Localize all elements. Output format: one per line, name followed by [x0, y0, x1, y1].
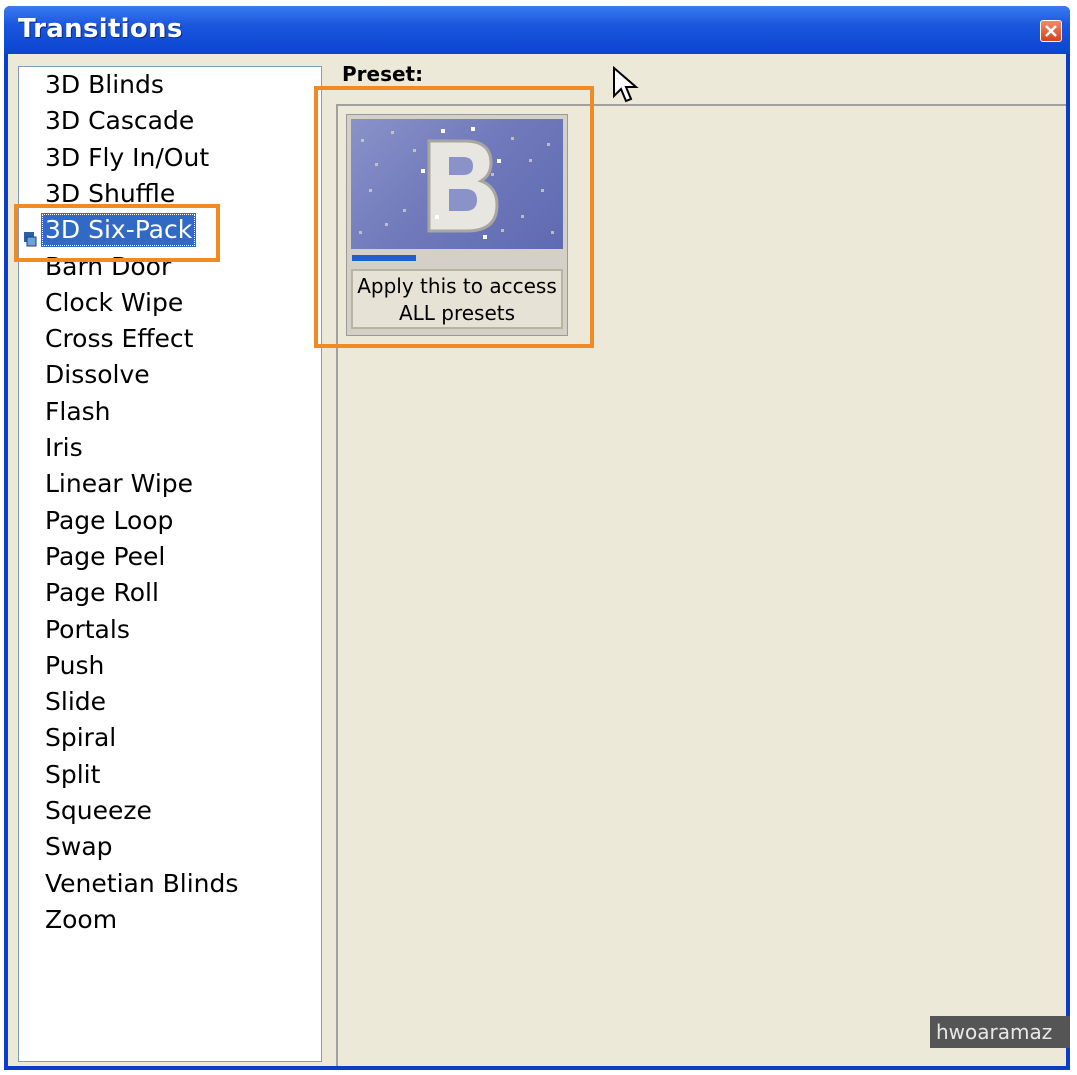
apply-presets-button[interactable]: Apply this to access ALL presets — [351, 269, 563, 329]
preset-label: Preset: — [342, 62, 424, 86]
transition-item[interactable]: Iris — [45, 431, 83, 465]
transition-item[interactable]: Portals — [45, 613, 130, 647]
transition-item[interactable]: 3D Six-Pack — [41, 213, 197, 247]
transition-item[interactable]: Barn Door — [45, 250, 171, 284]
title-bar[interactable]: Transitions — [4, 6, 1070, 54]
watermark: hwoaramaz — [930, 1016, 1070, 1048]
transition-item[interactable]: Squeeze — [45, 794, 152, 828]
transitions-list[interactable]: 3D Blinds 3D Cascade 3D Fly In/Out 3D Shuff… — [18, 66, 322, 1062]
transition-item[interactable]: Cross Effect — [45, 322, 193, 356]
transition-item[interactable]: Split — [45, 758, 100, 792]
preset-thumbnail — [351, 119, 563, 249]
apply-text-line1: Apply this to access — [357, 274, 557, 298]
transition-item[interactable]: Page Peel — [45, 540, 165, 574]
mouse-cursor-icon — [613, 66, 639, 103]
transitions-window: Transitions 3D Blinds 3D Cascade 3D Fly In… — [4, 6, 1070, 1070]
transition-item[interactable]: Venetian Blinds — [45, 867, 238, 901]
window-title: Transitions — [18, 14, 183, 44]
transition-item[interactable]: Flash — [45, 395, 111, 429]
transition-item[interactable]: Linear Wipe — [45, 467, 193, 501]
preset-progress-bar — [352, 255, 416, 261]
close-icon — [1045, 25, 1057, 37]
selected-item-icon — [24, 232, 37, 247]
transition-item[interactable]: 3D Cascade — [45, 104, 194, 138]
transition-item[interactable]: 3D Shuffle — [45, 177, 175, 211]
transition-item[interactable]: Dissolve — [45, 358, 150, 392]
transition-item[interactable]: 3D Fly In/Out — [45, 141, 209, 175]
transition-item[interactable]: Spiral — [45, 721, 116, 755]
transition-item[interactable]: Page Loop — [45, 504, 173, 538]
transition-item[interactable]: Zoom — [45, 903, 117, 937]
transition-item[interactable]: Swap — [45, 830, 113, 864]
transition-item[interactable]: Push — [45, 649, 104, 683]
window-client-area: 3D Blinds 3D Cascade 3D Fly In/Out 3D Shuff… — [8, 54, 1066, 1066]
apply-text-line2: ALL presets — [398, 301, 516, 325]
transition-item[interactable]: 3D Blinds — [45, 68, 164, 102]
transition-item[interactable]: Slide — [45, 685, 106, 719]
preset-tile[interactable]: Apply this to access ALL presets — [346, 114, 568, 336]
transition-item[interactable]: Page Roll — [45, 576, 159, 610]
close-button[interactable] — [1040, 20, 1062, 42]
transition-item[interactable]: Clock Wipe — [45, 286, 183, 320]
